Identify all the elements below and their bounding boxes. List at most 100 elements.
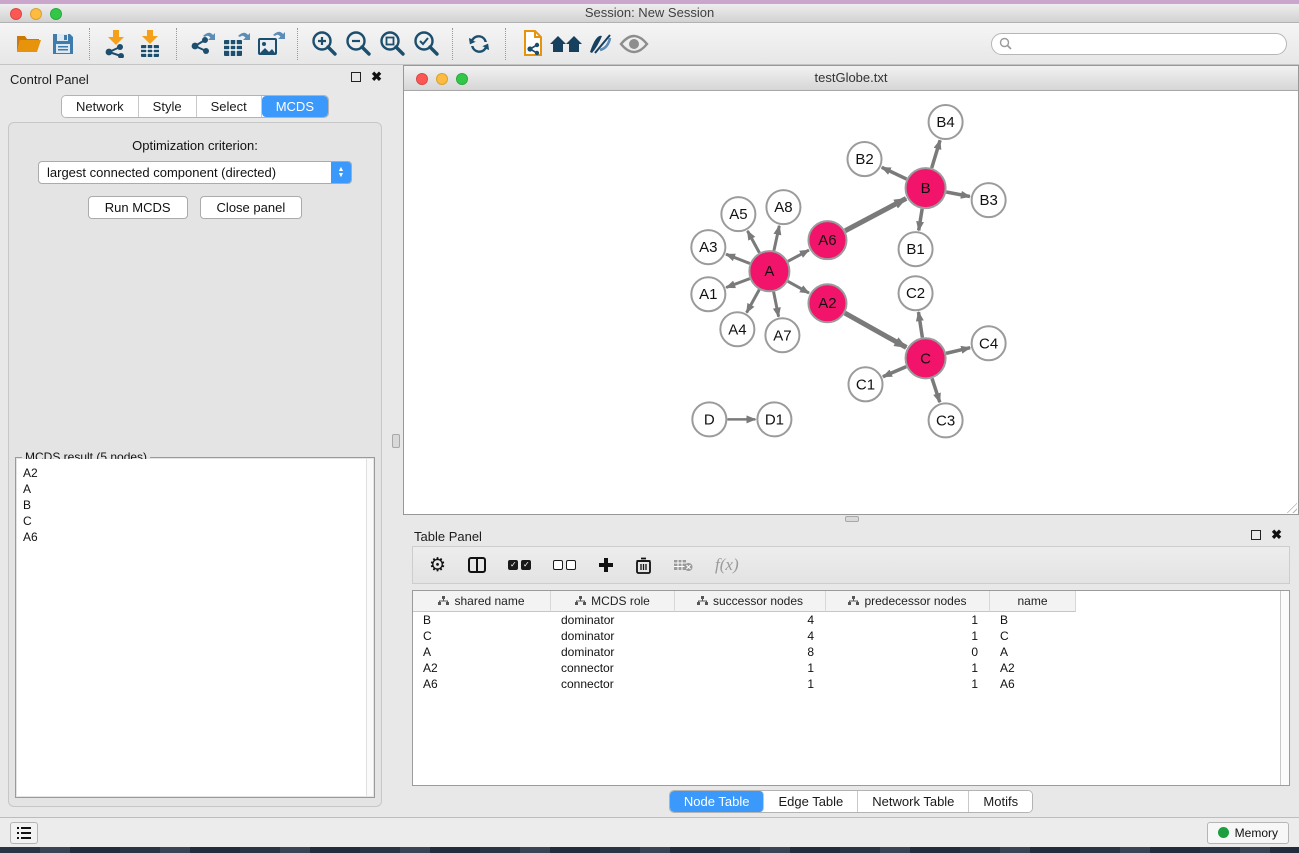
result-item[interactable]: A6 [23,529,373,545]
column-header[interactable]: predecessor nodes [826,591,990,612]
column-header[interactable]: MCDS role [551,591,675,612]
export-network-icon[interactable] [186,28,220,60]
table-scrollbar[interactable] [1280,591,1289,785]
memory-button[interactable]: Memory [1207,822,1289,844]
graph-edge-B-B3[interactable] [946,192,970,197]
graph-edge-A-A2[interactable] [788,281,809,293]
close-panel-button[interactable]: Close panel [200,196,303,219]
zoom-selected-icon[interactable] [409,28,443,60]
export-table-icon[interactable] [220,28,254,60]
result-item[interactable]: A2 [23,465,373,481]
column-header[interactable]: successor nodes [675,591,826,612]
show-columns-icon[interactable] [468,557,486,573]
criterion-dropdown[interactable]: largest connected component (directed) ▲… [38,161,352,184]
app-window: Session: New Session [0,4,1299,847]
table-row[interactable]: A2connector11A2 [413,660,1289,676]
import-table-icon[interactable] [133,28,167,60]
table-cell: A6 [413,676,551,692]
zoom-in-icon[interactable] [307,28,341,60]
open-session-icon[interactable] [12,28,46,60]
function-builder-icon[interactable]: f(x) [715,555,739,575]
tab-edge-table[interactable]: Edge Table [764,791,858,812]
graph-edge-C-C4[interactable] [946,348,970,354]
tab-network[interactable]: Network [62,96,139,117]
delete-table-icon[interactable] [673,558,693,572]
graph-edge-B-B2[interactable] [882,167,907,179]
attribute-type-icon [575,596,586,606]
network-graph[interactable]: B4B2BB3A8A5A6A3B1AA1C2A2A4A7C4CC1C3DD1 [404,91,1298,514]
horizontal-split-divider[interactable] [403,515,1299,523]
network-view-title: testGlobe.txt [404,66,1298,90]
table-cell: C [413,628,551,644]
zoom-window-button[interactable] [50,8,62,20]
graph-edge-C-C2[interactable] [918,312,922,337]
home-first-neighbors-icon[interactable] [549,28,583,60]
graph-edge-C-C3[interactable] [932,378,940,402]
deselect-all-icon[interactable] [553,560,576,570]
zoom-view-button[interactable] [456,73,468,85]
table-row[interactable]: A6connector11A6 [413,676,1289,692]
vertical-split-divider[interactable] [390,65,403,817]
close-panel-icon[interactable]: ✖ [371,72,382,82]
graph-edge-A6-B[interactable] [845,198,906,230]
result-scrollbar[interactable] [366,459,373,796]
export-image-icon[interactable] [254,28,288,60]
hide-graphics-details-icon[interactable] [583,28,617,60]
close-view-button[interactable] [416,73,428,85]
float-panel-icon[interactable] [1251,530,1261,540]
zoom-fit-icon[interactable] [375,28,409,60]
split-handle[interactable] [392,434,400,448]
table-row[interactable]: Cdominator41C [413,628,1289,644]
select-all-icon[interactable] [508,560,531,570]
toolbar-separator [505,28,506,60]
network-canvas[interactable]: B4B2BB3A8A5A6A3B1AA1C2A2A4A7C4CC1C3DD1 [404,91,1298,514]
tab-select[interactable]: Select [197,96,262,117]
graph-edge-A2-C[interactable] [845,313,906,347]
result-item[interactable]: B [23,497,373,513]
tab-network-table[interactable]: Network Table [858,791,969,812]
result-item[interactable]: A [23,481,373,497]
show-graphics-details-icon[interactable] [617,28,651,60]
graph-node-label: C1 [856,376,875,393]
table-settings-icon[interactable]: ⚙ [429,556,446,575]
graph-edge-A-A5[interactable] [747,231,759,253]
add-row-icon[interactable] [598,557,614,573]
graph-edge-A-A3[interactable] [726,254,750,263]
mcds-result-list[interactable]: A2ABCA6 [17,459,373,796]
import-network-icon[interactable] [99,28,133,60]
graph-edge-C-C1[interactable] [883,367,906,377]
table-row[interactable]: Adominator80A [413,644,1289,660]
split-handle[interactable] [845,516,859,522]
task-history-button[interactable] [10,822,38,844]
graph-edge-A-A7[interactable] [774,292,779,317]
graph-edge-A-A4[interactable] [747,290,760,313]
graph-edge-A-A8[interactable] [774,226,779,251]
toolbar-search[interactable] [991,33,1287,55]
refresh-layout-icon[interactable] [462,28,496,60]
tab-mcds[interactable]: MCDS [262,96,328,117]
search-input[interactable] [1017,37,1279,51]
zoom-out-icon[interactable] [341,28,375,60]
tab-style[interactable]: Style [139,96,197,117]
tab-motifs[interactable]: Motifs [969,791,1032,812]
table-row[interactable]: Bdominator41B [413,612,1289,628]
tab-node-table[interactable]: Node Table [670,791,765,812]
search-icon [999,37,1012,50]
result-item[interactable]: C [23,513,373,529]
minimize-window-button[interactable] [30,8,42,20]
graph-edge-B-B4[interactable] [932,140,940,168]
graph-edge-A-A6[interactable] [788,250,809,261]
run-mcds-button[interactable]: Run MCDS [88,196,188,219]
save-session-icon[interactable] [46,28,80,60]
close-panel-icon[interactable]: ✖ [1271,530,1282,540]
table-toolbar: ⚙ [412,546,1290,584]
column-header[interactable]: shared name [413,591,551,612]
graph-edge-B-B1[interactable] [919,209,923,231]
column-header[interactable]: name [990,591,1076,612]
float-panel-icon[interactable] [351,72,361,82]
delete-row-icon[interactable] [636,557,651,574]
new-network-from-selection-icon[interactable] [515,28,549,60]
minimize-view-button[interactable] [436,73,448,85]
graph-edge-A-A1[interactable] [726,279,750,288]
close-window-button[interactable] [10,8,22,20]
